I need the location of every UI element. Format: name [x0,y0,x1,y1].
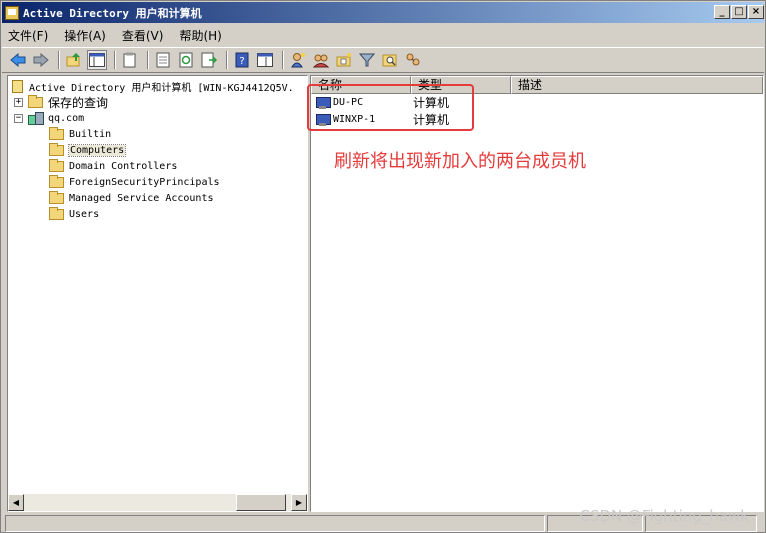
toolbar-separator [58,51,60,69]
expand-icon[interactable]: + [14,97,23,107]
up-icon[interactable] [64,50,84,70]
toolbar-separator [282,51,284,69]
toolbar-separator [226,51,228,69]
watermark: CSDN @Fighting_hawk [579,507,750,525]
folder-icon [28,94,43,108]
folder-icon [49,190,64,204]
console-tree: Active Directory 用户和计算机 [WIN-KGJ4412Q5V.… [8,76,307,494]
tree-label-builtin: Builtin [69,128,112,140]
tree-node-saved-queries[interactable]: + 保存的查询 [14,94,108,110]
close-button[interactable]: × [748,5,764,19]
show-console-tree-icon[interactable] [87,50,107,70]
annotation-highlight-box [307,84,474,131]
toolbar-separator [147,51,149,69]
tree-node-managed-service-accounts[interactable]: Managed Service Accounts [49,190,214,206]
annotation-text: 刷新将出现新加入的两台成员机 [334,151,586,172]
tree-horizontal-scrollbar[interactable]: ◀ ▶ [8,494,307,511]
filter-icon[interactable] [357,50,377,70]
title-bar[interactable]: Active Directory 用户和计算机 _ □ × [2,2,764,23]
new-group-icon[interactable] [311,50,331,70]
tree-node-domain-controllers[interactable]: Domain Controllers [49,158,177,174]
tree-label-computers: Computers [67,143,127,157]
export-list-icon[interactable] [199,50,219,70]
menu-help[interactable]: 帮助(H) [179,27,221,44]
details-pane: 名称 类型 描述 DU-PC 计算机 WINXP-1 计算机 [310,75,764,512]
find-icon[interactable] [380,50,400,70]
folder-icon [49,142,64,156]
tree-node-builtin[interactable]: Builtin [49,126,111,142]
tree-node-users[interactable]: Users [49,206,99,222]
window-title: Active Directory 用户和计算机 [23,6,202,20]
domain-icon [28,112,44,125]
folder-icon [49,126,64,140]
tree-root[interactable]: Active Directory 用户和计算机 [WIN-KGJ4412Q5V. [12,78,294,94]
back-icon[interactable] [8,50,28,70]
tree-label-domain-controllers: Domain Controllers [69,160,178,172]
tree-root-label: Active Directory 用户和计算机 [WIN-KGJ4412Q5V. [29,82,294,94]
tree-label-saved-queries: 保存的查询 [48,95,109,110]
tree-node-foreign-security-principals[interactable]: ForeignSecurityPrincipals [49,174,220,190]
folder-icon [49,206,64,220]
folder-icon [49,174,64,188]
aduc-root-icon [12,79,23,93]
scroll-left-button[interactable]: ◀ [8,494,24,511]
tree-label-users: Users [69,208,100,220]
tree-label-foreign-security-principals: ForeignSecurityPrincipals [69,176,220,188]
tree-label-managed-service-accounts: Managed Service Accounts [69,192,214,204]
delegate-icon[interactable] [403,50,423,70]
refresh-icon[interactable] [176,50,196,70]
menu-file[interactable]: 文件(F) [8,27,48,44]
properties-icon[interactable] [153,50,173,70]
tree-label-domain: qq.com [48,112,85,124]
scroll-track[interactable] [24,494,291,511]
copy-icon[interactable] [120,50,140,70]
menu-bar: 文件(F) 操作(A) 查看(V) 帮助(H) [2,24,764,46]
console-tree-pane: Active Directory 用户和计算机 [WIN-KGJ4412Q5V.… [7,75,308,512]
aduc-app-icon [5,5,19,20]
help-icon[interactable]: ? [232,50,252,70]
tree-node-computers[interactable]: Computers [49,142,127,158]
minimize-button[interactable]: _ [714,5,730,19]
status-cell-main [5,515,545,532]
scroll-right-button[interactable]: ▶ [291,494,307,511]
svg-text:?: ? [239,56,244,67]
scroll-thumb[interactable] [236,494,286,511]
toolbar-separator [114,51,116,69]
new-user-icon[interactable] [288,50,308,70]
menu-view[interactable]: 查看(V) [122,27,164,44]
folder-icon [49,158,64,172]
maximize-button[interactable]: □ [731,5,747,19]
new-ou-icon[interactable] [334,50,354,70]
tree-node-domain[interactable]: − qq.com [14,110,84,126]
column-header-description[interactable]: 描述 [511,76,763,94]
collapse-icon[interactable]: − [14,113,23,123]
menu-action[interactable]: 操作(A) [64,27,106,44]
toolbar: ? [2,47,764,73]
mmc-icon[interactable] [255,50,275,70]
forward-icon[interactable] [31,50,51,70]
mmc-window: Active Directory 用户和计算机 _ □ × 文件(F) 操作(A… [0,0,766,533]
